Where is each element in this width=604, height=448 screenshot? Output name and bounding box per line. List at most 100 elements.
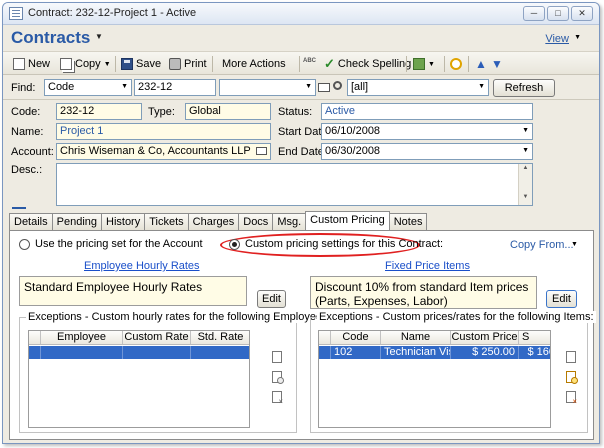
find-secondary-select[interactable]: ▼: [219, 79, 316, 96]
scroll-down-icon[interactable]: ▼: [520, 194, 531, 204]
next-record-button[interactable]: ▼: [491, 56, 503, 72]
email-icon[interactable]: [256, 147, 267, 155]
name-input[interactable]: Project 1: [56, 123, 271, 140]
table-row[interactable]: 102 Technician Visit $ 250.00 $ 160: [319, 346, 550, 359]
more-actions-button[interactable]: More Actions: [222, 56, 286, 72]
chevron-down-icon: ▼: [522, 127, 529, 134]
checkmark-icon: ✓: [324, 56, 335, 71]
copy-label: Copy: [75, 58, 101, 70]
tab-strip: Details Pending History Tickets Charges …: [9, 211, 428, 230]
tab-pending[interactable]: Pending: [51, 213, 102, 230]
table-row[interactable]: [29, 346, 249, 359]
tab-details[interactable]: Details: [9, 213, 53, 230]
tab-charges[interactable]: Charges: [187, 213, 240, 230]
scroll-up-icon[interactable]: ▲: [520, 165, 531, 175]
view-exception-icon[interactable]: [272, 371, 284, 384]
new-item-exception-icon[interactable]: [566, 351, 576, 363]
save-label: Save: [136, 58, 162, 70]
custom-price-column-header[interactable]: Custom Price: [451, 331, 519, 344]
name-column-header[interactable]: Name: [381, 331, 451, 344]
window-title: Contract: 232-12-Project 1 - Active: [28, 7, 197, 19]
tab-tickets[interactable]: Tickets: [144, 213, 189, 230]
save-button[interactable]: Save: [121, 56, 161, 72]
delete-item-exception-icon[interactable]: [566, 391, 577, 406]
std-price-column-header[interactable]: S: [519, 331, 550, 344]
custom-pricing-radio[interactable]: [229, 239, 240, 250]
module-chevron-down-icon[interactable]: ▼: [95, 32, 103, 41]
find-filter-select[interactable]: [all] ▼: [347, 79, 489, 96]
start-date-input[interactable]: 06/10/2008 ▼: [321, 123, 533, 140]
timer-button[interactable]: [450, 56, 462, 72]
copy-from-chevron-down-icon[interactable]: ▼: [571, 241, 578, 248]
tab-notes[interactable]: Notes: [388, 213, 428, 230]
code-column-header[interactable]: Code: [331, 331, 381, 344]
employee-exceptions-grid[interactable]: Employee Custom Rate Std. Rate: [28, 330, 250, 428]
edit-hourly-rates-button[interactable]: Edit: [257, 290, 286, 308]
fixed-price-line-1: Discount 10% from standard Item prices: [315, 280, 529, 294]
status-field[interactable]: Active: [321, 103, 533, 120]
arrow-up-icon: ▲: [475, 57, 487, 71]
tab-history[interactable]: History: [101, 213, 146, 230]
print-label: Print: [184, 58, 207, 70]
print-button[interactable]: Print: [169, 56, 207, 72]
module-title[interactable]: Contracts: [11, 28, 90, 48]
contract-details: Code: 232-12 Type: Global Status: Active…: [3, 100, 599, 212]
view-menu-link[interactable]: View: [545, 33, 569, 45]
minimize-button[interactable]: ─: [523, 6, 545, 21]
fixed-price-items-link[interactable]: Fixed Price Items: [385, 260, 470, 272]
tab-custom-pricing[interactable]: Custom Pricing: [305, 211, 390, 230]
copy-button[interactable]: Copy ▼: [60, 56, 111, 72]
code-input[interactable]: 232-12: [56, 103, 142, 120]
delete-exception-icon[interactable]: [272, 391, 283, 406]
calculator-icon: [413, 58, 425, 70]
use-account-pricing-label[interactable]: Use the pricing set for the Account: [35, 238, 203, 250]
copy-from-button[interactable]: Copy From...: [510, 239, 574, 251]
item-grid-header: Code Name Custom Price S: [319, 331, 550, 345]
maximize-button[interactable]: □: [547, 6, 569, 21]
chevron-down-icon: ▼: [478, 83, 485, 90]
use-account-pricing-radio[interactable]: [19, 239, 30, 250]
contract-window: Contract: 232-12-Project 1 - Active ─ □ …: [2, 2, 600, 444]
email-icon[interactable]: [318, 83, 330, 92]
account-input[interactable]: Chris Wiseman & Co, Accountants LLP: [56, 143, 271, 160]
copy-icon: [60, 58, 72, 70]
resize-grip[interactable]: [12, 207, 26, 209]
tab-docs[interactable]: Docs: [238, 213, 274, 230]
refresh-button[interactable]: Refresh: [493, 79, 555, 97]
custom-rate-column-header[interactable]: Custom Rate: [123, 331, 191, 344]
new-button[interactable]: New: [13, 56, 50, 72]
new-document-icon: [13, 58, 25, 70]
custom-pricing-panel: Use the pricing set for the Account Cust…: [9, 230, 596, 440]
find-field-select[interactable]: Code ▼: [44, 79, 132, 96]
item-exceptions-grid[interactable]: Code Name Custom Price S 102 Technician …: [318, 330, 551, 428]
copy-dropdown-icon[interactable]: ▼: [104, 61, 111, 68]
check-spelling-button[interactable]: ABC ✓ Check Spelling: [303, 56, 411, 72]
calculator-button[interactable]: ▼: [413, 56, 435, 72]
description-textarea[interactable]: ▲ ▼: [56, 163, 533, 206]
description-scrollbar[interactable]: ▲ ▼: [518, 164, 532, 205]
fixed-price-field: Discount 10% from standard Item prices (…: [310, 276, 537, 309]
previous-record-button[interactable]: ▲: [475, 56, 487, 72]
std-rate-column-header[interactable]: Std. Rate: [191, 331, 249, 344]
employee-exceptions-title: Exceptions - Custom hourly rates for the…: [26, 311, 333, 323]
calculator-dropdown-icon[interactable]: ▼: [428, 61, 435, 68]
employee-column-header[interactable]: Employee: [41, 331, 123, 344]
end-date-input[interactable]: 06/30/2008 ▼: [321, 143, 533, 160]
search-icon[interactable]: [333, 81, 342, 90]
employee-hourly-rates-link[interactable]: Employee Hourly Rates: [84, 260, 200, 272]
item-custom-price-cell: $ 250.00: [451, 346, 519, 359]
new-exception-icon[interactable]: [272, 351, 282, 363]
name-label: Name:: [11, 126, 44, 138]
view-item-exception-icon[interactable]: [566, 371, 578, 384]
item-exceptions-group: Exceptions - Custom prices/rates for the…: [310, 311, 596, 433]
custom-pricing-label[interactable]: Custom pricing settings for this Contrac…: [245, 238, 443, 250]
item-exceptions-title: Exceptions - Custom prices/rates for the…: [317, 311, 596, 323]
find-value-input[interactable]: 232-12: [134, 79, 216, 96]
close-button[interactable]: ✕: [571, 6, 593, 21]
view-chevron-down-icon[interactable]: ▼: [574, 34, 581, 41]
hourly-rates-field: Standard Employee Hourly Rates: [19, 276, 247, 306]
edit-fixed-price-button[interactable]: Edit: [546, 290, 577, 308]
description-label: Desc.:: [11, 164, 43, 176]
tab-msg[interactable]: Msg.: [272, 213, 307, 230]
type-input[interactable]: Global: [185, 103, 271, 120]
